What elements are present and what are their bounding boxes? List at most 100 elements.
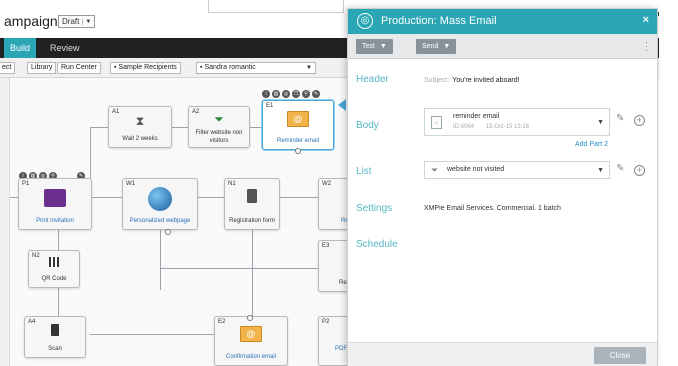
subject-text: You're invited aboard!: [452, 77, 520, 84]
right-strip: [659, 8, 678, 366]
node-id: A4: [28, 319, 36, 325]
phone-icon: [51, 324, 59, 336]
node-a4-scan[interactable]: A4 Scan: [24, 316, 86, 358]
chevron-down-icon: ▼: [306, 65, 312, 71]
close-button[interactable]: Close: [594, 347, 646, 364]
node-n1-registration-form[interactable]: N1 Registration form: [224, 178, 280, 230]
toolbar-button-select[interactable]: ect: [0, 62, 16, 74]
add-icon[interactable]: +: [634, 165, 645, 176]
caret-down-icon: ▼: [443, 43, 451, 50]
send-button[interactable]: Send ▼: [416, 39, 457, 54]
add-icon[interactable]: +: [634, 115, 645, 126]
list-row-label: List: [356, 166, 372, 177]
info-icon[interactable]: i: [262, 90, 270, 98]
add-part-link[interactable]: Add Part 2: [575, 141, 608, 148]
production-icon: ◎: [357, 13, 373, 29]
connector: [160, 268, 320, 269]
document-icon: ≡: [431, 116, 442, 129]
sample-recipients-button[interactable]: ▪ Sample Recipients: [110, 62, 181, 74]
connector: [170, 127, 188, 128]
node-id: E2: [218, 319, 226, 325]
envelope-icon: @: [240, 326, 262, 342]
subject-prefix: Subject:: [424, 77, 450, 84]
node-a2-filter[interactable]: A2 ⏷ Filter website non visitors: [188, 106, 250, 148]
node-label: QR Code: [41, 276, 67, 282]
schedule-row-label: Schedule: [356, 239, 398, 250]
close-icon[interactable]: ×: [643, 14, 649, 26]
campaign-title: ampaign: [4, 13, 58, 29]
sample-recipients-label: Sample Recipients: [118, 64, 177, 71]
node-label: Reminder email: [276, 138, 319, 144]
campaign-status-value: Draft: [62, 17, 80, 26]
node-label: Registration form: [229, 218, 275, 224]
node-id: N1: [228, 181, 236, 187]
pencil-icon[interactable]: ✎: [616, 113, 624, 124]
caret-down-icon: ▼: [597, 119, 604, 126]
panel-header: ◎ Production: Mass Email ×: [348, 9, 657, 34]
settings-row-label: Settings: [356, 203, 393, 214]
settings-value[interactable]: XMPie Email Services. Commercial. 1 batc…: [424, 205, 561, 212]
envelope-icon: @: [287, 111, 309, 127]
chevron-down-icon: ▼: [82, 18, 91, 25]
tab-build[interactable]: Build: [4, 38, 37, 58]
node-label: Print invitation: [36, 218, 74, 224]
header-row-label: Header: [356, 74, 389, 85]
node-id: A1: [112, 109, 120, 115]
pencil-icon[interactable]: ✎: [616, 163, 624, 174]
body-document-select[interactable]: ≡ reminder email ID:6064 13-Oct-15 13:16…: [424, 108, 610, 136]
node-label: PDF: [335, 346, 347, 352]
node-id: E3: [322, 243, 330, 249]
toolbar-button-library[interactable]: Library: [27, 62, 57, 74]
campaign-status-select[interactable]: Draft ▼: [58, 15, 96, 28]
connection-port[interactable]: [247, 315, 253, 321]
copy-icon[interactable]: ❐: [292, 90, 300, 98]
node-label: Confirmation email: [225, 354, 277, 360]
production-panel: ◎ Production: Mass Email × Test ▼ Send ▼ ·…: [347, 8, 658, 366]
node-a1-wait[interactable]: A1 ⧗ Wait 2 weeks: [108, 106, 172, 148]
form-icon: [247, 189, 257, 203]
recipient-select[interactable]: ▪ Sandra romantic ▼: [196, 62, 316, 74]
panel-pointer: [338, 99, 346, 111]
top-field: [208, 0, 344, 13]
panel-title: Production: Mass Email: [381, 15, 497, 27]
test-button[interactable]: Test ▼: [356, 39, 393, 54]
flow-canvas[interactable]: A1 ⧗ Wait 2 weeks A2 ⏷ Filter website no…: [10, 78, 378, 366]
node-id: A2: [192, 109, 200, 115]
toolbar-button-run-center[interactable]: Run Center: [57, 62, 101, 74]
connector: [92, 197, 122, 198]
connector: [250, 127, 262, 128]
wrench-icon[interactable]: ✎: [312, 90, 320, 98]
node-n2-qr-code[interactable]: N2 QR Code: [28, 250, 80, 288]
chart-icon[interactable]: ▥: [272, 90, 280, 98]
caret-down-icon: ▼: [379, 43, 387, 50]
node-id: E1: [266, 103, 274, 109]
node-id: P1: [22, 181, 30, 187]
node-id: P2: [322, 319, 330, 325]
header-value[interactable]: Subject: You're invited aboard!: [424, 77, 520, 84]
node-e1-reminder-email[interactable]: E1 @ Reminder email: [262, 100, 334, 150]
connector: [198, 197, 226, 198]
search-icon[interactable]: ⚲: [302, 90, 310, 98]
panel-footer: Close: [348, 342, 657, 366]
connection-port[interactable]: [295, 148, 301, 154]
body-row-label: Body: [356, 120, 379, 131]
test-button-label: Test: [362, 43, 375, 50]
target-icon[interactable]: ◎: [282, 90, 290, 98]
printer-icon: [44, 189, 66, 207]
app-window: ampaign Draft ▼ Build Review ect Library…: [0, 0, 678, 366]
filter-icon: ⏷: [431, 165, 439, 175]
connection-port[interactable]: [165, 229, 171, 235]
node-id: N2: [32, 253, 40, 259]
connector: [252, 230, 253, 320]
node-e2-confirmation-email[interactable]: E2 @ Confirmation email: [214, 316, 288, 366]
connector: [58, 230, 59, 250]
list-select[interactable]: ⏷ website not visited ▼: [424, 161, 610, 179]
connector: [58, 288, 59, 316]
tab-review[interactable]: Review: [44, 38, 86, 58]
node-p1-print-invitation[interactable]: P1 Print invitation: [18, 178, 92, 230]
more-options-icon[interactable]: · · ·: [645, 38, 648, 55]
panel-toolbar: Test ▼ Send ▼ · · ·: [348, 34, 657, 59]
body-document-meta: ID:6064 13-Oct-15 13:16: [453, 124, 529, 130]
node-w1-personalized-webpage[interactable]: W1 Personalized webpage: [122, 178, 198, 230]
node-label: Personalized webpage: [129, 218, 191, 224]
